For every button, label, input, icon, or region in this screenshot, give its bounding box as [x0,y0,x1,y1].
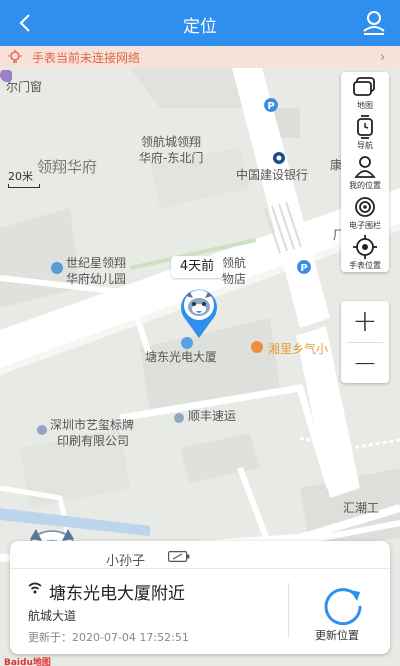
company-icon[interactable] [35,423,49,437]
map-label: 塘东光电大厦 [145,350,218,364]
tool-geofence[interactable]: 电子围栏 [341,192,389,232]
map-label: 印刷有限公司 [57,434,130,448]
last-seen-bubble: 4天前 [171,256,223,278]
map-label: 领翔华府 [37,158,98,176]
battery-icon [168,551,190,562]
page-title: 定位 [183,17,217,37]
map-label: 华府-东北门 [139,151,204,165]
tool-my-location[interactable]: 我的位置 [341,152,389,192]
device-info-card: 小孙子 塘东光电大厦附近 航城大道 更新于：2020-07-04 17:52:5… [10,541,390,654]
baidu-logo: Baidu地图 [4,658,51,666]
express-icon[interactable] [172,411,186,425]
tool-label: 地图 [357,101,373,110]
tool-label: 电子围栏 [349,221,381,230]
school-icon[interactable] [50,261,64,275]
device-name: 小孙子 [106,554,146,569]
wifi-icon [28,582,42,594]
tool-watch-location[interactable]: 手表位置 [341,232,389,272]
user-location-icon[interactable] [360,9,388,37]
map-label: 中国建设银行 [236,168,309,182]
zoom-in-button[interactable]: + [341,301,389,341]
refresh-location-button[interactable]: 更新位置 [315,627,359,643]
svg-text:P: P [267,101,274,112]
map-layers-icon [353,77,375,96]
shop-icon[interactable] [0,68,14,82]
alert-text: 手表当前未连接网络 [32,50,141,65]
tool-map[interactable]: 地图 [341,72,389,112]
zoom-control: + − [341,301,389,383]
parking-icon[interactable]: P [264,98,278,112]
bulb-icon [8,49,22,63]
scale-text: 20米 [8,170,33,183]
watch-icon [357,115,373,139]
map-label: 湘里乡气小 [268,342,329,356]
parking-icon[interactable]: P [297,260,311,274]
refresh-icon[interactable] [320,583,366,629]
map-label: 华府幼儿园 [66,272,127,286]
svg-text:P: P [300,263,307,274]
person-icon [354,156,376,178]
map-toolbar: 地图 导航 我的位置 电子围栏 手表位置 [341,72,389,272]
map-label: 汇潮工 [343,501,380,515]
location-street: 航城大道 [28,609,77,623]
map-label: 尔门窗 [6,80,43,94]
target-icon [353,235,377,259]
bank-icon[interactable] [272,151,286,165]
map-label: 深圳市艺玺标牌 [50,418,135,432]
map-label: 领航 [222,256,247,270]
zoom-out-button[interactable]: − [341,343,389,383]
location-address: 塘东光电大厦附近 [49,584,185,604]
map-label: 顺丰速运 [188,409,237,423]
watch-location-marker[interactable] [169,280,229,340]
tool-label: 手表位置 [349,261,381,270]
map-label: 世纪星领翔 [66,256,127,270]
fence-icon [355,197,375,217]
tool-navigation[interactable]: 导航 [341,112,389,152]
map-scale: 20米 [8,168,40,188]
update-time: 更新于：2020-07-04 17:52:51 [28,631,189,644]
tool-label: 导航 [357,141,373,150]
map-label: 领航城领翔 [141,135,202,149]
chevron-right-icon: › [380,49,386,65]
tool-label: 我的位置 [349,181,381,190]
app-header: 定位 [0,0,400,46]
restaurant-icon[interactable] [250,340,264,354]
network-alert-bar[interactable]: 手表当前未连接网络 › [0,46,400,68]
